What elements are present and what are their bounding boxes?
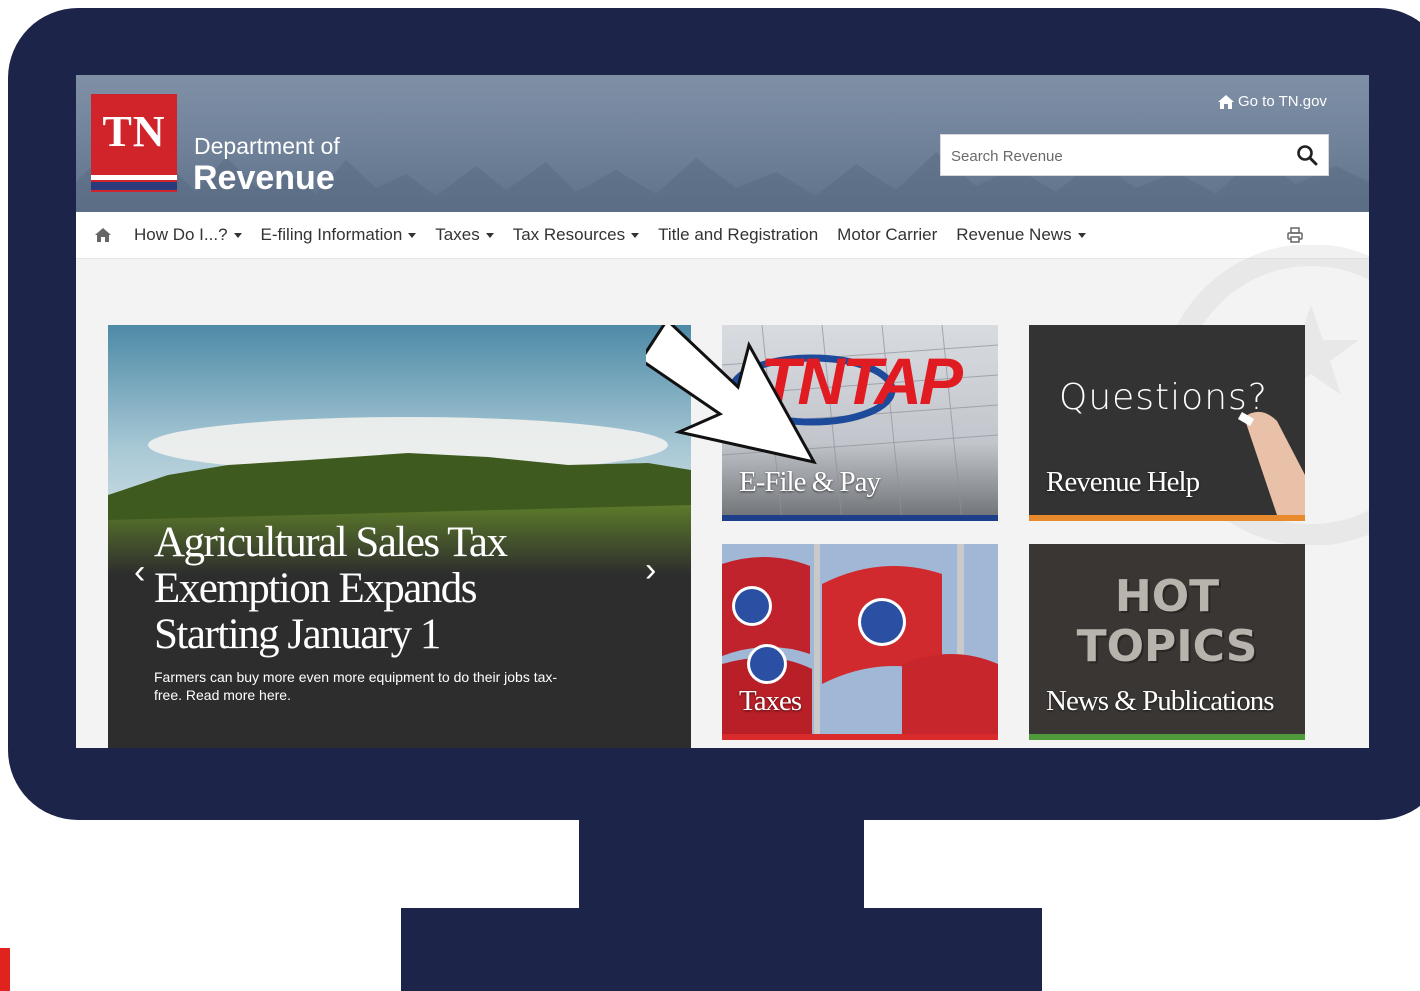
nav-item-title-and-registration[interactable]: Title and Registration: [658, 225, 818, 245]
caret-down-icon: [485, 232, 494, 238]
goto-tn-link[interactable]: Go to TN.gov: [1218, 93, 1327, 110]
tn-logo[interactable]: TN: [91, 94, 177, 192]
tile-label: News & Publications: [1046, 685, 1274, 717]
search-icon[interactable]: [1296, 144, 1318, 166]
hero-subtitle[interactable]: Farmers can buy more even more equipment…: [154, 668, 584, 704]
browser-screen: TN Department of Revenue Go to TN.gov Ho…: [76, 75, 1369, 748]
nav-item-taxes[interactable]: Taxes: [435, 225, 494, 245]
nav-item-label: How Do I...?: [134, 225, 228, 244]
carousel-next-icon[interactable]: ›: [645, 553, 656, 587]
site-header: TN Department of Revenue Go to TN.gov: [76, 75, 1369, 212]
caret-down-icon: [1077, 232, 1086, 238]
hot-topics-art: HOT TOPICS: [1029, 572, 1305, 672]
tile-label: Taxes: [739, 685, 802, 717]
nav-item-e-filing-information[interactable]: E-filing Information: [261, 225, 417, 245]
print-icon[interactable]: [1286, 226, 1304, 244]
nav-item-tax-resources[interactable]: Tax Resources: [512, 225, 640, 245]
carousel-prev-icon[interactable]: ‹: [134, 555, 145, 589]
logo-stripe-white: [91, 175, 177, 180]
nav-item-how-do-i[interactable]: How Do I...?: [134, 225, 242, 245]
nav-item-label: Revenue News: [956, 225, 1072, 244]
questions-chalk-text: Questions?: [1059, 377, 1268, 418]
pointer-arrow-icon: [646, 325, 817, 465]
monitor-stand-neck: [579, 815, 864, 913]
tile-accent-bar: [1029, 734, 1305, 740]
tile-taxes[interactable]: Taxes: [722, 544, 998, 740]
search-input[interactable]: [949, 135, 1283, 177]
tile-news-publications[interactable]: HOT TOPICS News & Publications: [1029, 544, 1305, 740]
hero-title[interactable]: Agricultural Sales Tax Exemption Expands…: [154, 520, 584, 658]
logo-stripe-blue: [91, 182, 177, 190]
hot-text: HOT: [1114, 571, 1220, 622]
nav-item-label: E-filing Information: [260, 225, 403, 244]
tile-revenue-help[interactable]: Questions? Revenue Help: [1029, 325, 1305, 521]
monitor-stand-base: [401, 908, 1042, 991]
nav-item-motor-carrier[interactable]: Motor Carrier: [837, 225, 937, 245]
nav-item-revenue-news[interactable]: Revenue News: [956, 225, 1086, 245]
tile-label: Revenue Help: [1046, 466, 1200, 498]
tile-accent-bar: [722, 515, 998, 521]
search-box: [940, 134, 1329, 177]
logo-text: TN: [102, 107, 166, 156]
nav-home-icon[interactable]: [94, 226, 112, 244]
dept-name-line2: Revenue: [193, 159, 335, 197]
caret-down-icon: [631, 232, 640, 238]
caret-down-icon: [408, 232, 417, 238]
corner-accent: [0, 948, 10, 991]
nav-menu: How Do I...? E-filing Information Taxes Tax…: [134, 212, 1105, 258]
dept-name-line1: Department of: [194, 133, 340, 159]
nav-item-label: Title and Registration: [658, 225, 819, 244]
topics-text: TOPICS: [1076, 621, 1258, 672]
goto-tn-label: Go to TN.gov: [1238, 93, 1327, 110]
tile-accent-bar: [1029, 515, 1305, 521]
nav-item-label: Tax Resources: [512, 225, 626, 244]
caret-down-icon: [233, 232, 242, 238]
tile-accent-bar: [722, 734, 998, 740]
hero-carousel[interactable]: Agricultural Sales Tax Exemption Expands…: [108, 325, 691, 748]
home-icon: [1218, 94, 1234, 109]
nav-item-label: Motor Carrier: [837, 225, 938, 244]
nav-item-label: Taxes: [435, 225, 480, 244]
